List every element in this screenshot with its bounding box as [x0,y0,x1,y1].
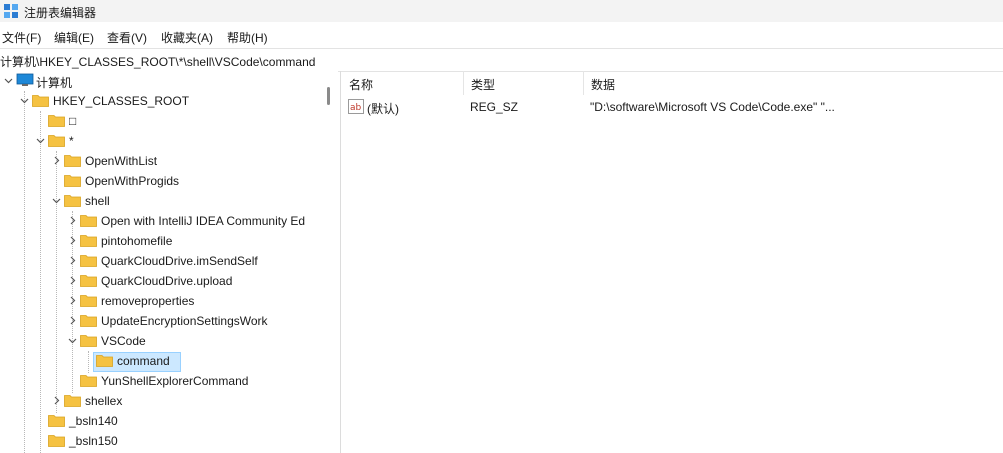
folder-icon [64,395,81,407]
chevron-down-icon[interactable] [52,196,61,205]
tree-label: _bsln140 [69,414,118,428]
folder-icon [48,415,65,427]
tree-node-quark-imsendself[interactable]: QuarkCloudDrive.imSendSelf [0,251,320,271]
tree-scrollbar[interactable] [320,71,338,453]
tree-node-openwithprogids[interactable]: OpenWithProgids [0,171,320,191]
tree-label: HKEY_CLASSES_ROOT [53,94,190,108]
column-header-type[interactable]: 类型 [463,71,583,95]
chevron-down-icon[interactable] [36,136,45,145]
tree-label: pintohomefile [101,234,173,248]
menu-bar: 文件(F) 编辑(E) 查看(V) 收藏夹(A) 帮助(H) [0,26,1003,46]
folder-icon [80,295,97,307]
folder-icon [80,215,97,227]
folder-icon [48,135,65,147]
tree-node-intellij[interactable]: Open with IntelliJ IDEA Community Ed [0,211,320,231]
tree-node-unknown[interactable]: □ [0,111,320,131]
menu-file[interactable]: 文件(F) [2,29,41,46]
menu-view[interactable]: 查看(V) [107,29,147,46]
address-path[interactable]: 计算机\HKEY_CLASSES_ROOT\*\shell\VSCode\com… [0,53,315,70]
column-header-label: 名称 [349,78,374,92]
folder-icon [96,355,113,367]
address-bar[interactable]: 计算机\HKEY_CLASSES_ROOT\*\shell\VSCode\com… [0,48,1003,72]
tree-node-vscode[interactable]: VSCode [0,331,320,351]
column-header-label: 数据 [591,78,616,92]
menu-help[interactable]: 帮助(H) [227,29,268,46]
tree-label: QuarkCloudDrive.upload [101,274,233,288]
menu-edit[interactable]: 编辑(E) [54,29,94,46]
computer-icon [16,73,34,86]
chevron-right-icon[interactable] [52,156,61,165]
chevron-right-icon[interactable] [68,316,77,325]
chevron-right-icon[interactable] [68,276,77,285]
svg-text:ab: ab [350,103,362,113]
folder-icon [48,435,65,447]
folder-icon [80,275,97,287]
values-list[interactable]: 名称 类型 数据 ab (默认) REG_SZ "D:\software\Mic… [341,71,1003,453]
tree-node-shellex[interactable]: shellex [0,391,320,411]
folder-icon [80,315,97,327]
tree-node-yunshell[interactable]: YunShellExplorerCommand [0,371,320,391]
value-data: "D:\software\Microsoft VS Code\Code.exe"… [590,100,835,114]
column-header-label: 类型 [471,78,496,92]
tree-node-bsln140[interactable]: _bsln140 [0,411,320,431]
chevron-right-icon[interactable] [68,216,77,225]
chevron-right-icon[interactable] [68,236,77,245]
folder-icon [48,115,65,127]
key-tree[interactable]: 计算机 HKEY_CLASSES_ROOT □ * OpenWithList O… [0,71,320,453]
chevron-right-icon[interactable] [52,396,61,405]
tree-label: QuarkCloudDrive.imSendSelf [101,254,258,268]
tree-label: removeproperties [101,294,195,308]
tree-label: Open with IntelliJ IDEA Community Ed [101,214,306,228]
folder-icon [80,235,97,247]
column-header-data[interactable]: 数据 [583,71,1003,95]
tree-label: shellex [85,394,123,408]
folder-icon [32,95,49,107]
tree-node-shell[interactable]: shell [0,191,320,211]
tree-label: command [117,354,170,368]
tree-label: □ [69,114,77,128]
tree-node-quark-upload[interactable]: QuarkCloudDrive.upload [0,271,320,291]
tree-node-openwithlist[interactable]: OpenWithList [0,151,320,171]
folder-icon [64,195,81,207]
tree-node-removeproperties[interactable]: removeproperties [0,291,320,311]
value-row[interactable]: ab (默认) REG_SZ "D:\software\Microsoft VS… [341,97,1003,117]
chevron-right-icon[interactable] [68,296,77,305]
chevron-right-icon[interactable] [68,256,77,265]
tree-label: YunShellExplorerCommand [101,374,249,388]
chevron-down-icon[interactable] [68,336,77,345]
tree-node-pintohomefile[interactable]: pintohomefile [0,231,320,251]
tree-node-computer[interactable]: 计算机 [0,71,320,91]
chevron-down-icon[interactable] [4,76,13,85]
window-title: 注册表编辑器 [24,6,97,20]
tree-node-bsln150[interactable]: _bsln150 [0,431,320,451]
tree-label: OpenWithList [85,154,158,168]
tree-label: _bsln150 [69,434,118,448]
tree-label: shell [85,194,110,208]
title-bar: 注册表编辑器 [0,0,1003,22]
folder-icon [64,175,81,187]
tree-node-hkcr[interactable]: HKEY_CLASSES_ROOT [0,91,320,111]
value-type: REG_SZ [470,100,519,114]
tree-label: * [69,134,74,148]
folder-icon [80,255,97,267]
folder-icon [64,155,81,167]
chevron-down-icon[interactable] [20,96,29,105]
tree-label: OpenWithProgids [85,174,180,188]
string-value-icon: ab [348,99,364,114]
tree-label: VSCode [101,334,146,348]
column-header-name[interactable]: 名称 [341,71,463,95]
tree-node-command[interactable]: command [0,351,320,372]
tree-node-star[interactable]: * [0,131,320,151]
folder-icon [80,335,97,347]
tree-label: 计算机 [36,76,73,90]
folder-icon [80,375,97,387]
regedit-icon [4,4,18,18]
tree-node-updateencryption[interactable]: UpdateEncryptionSettingsWork [0,311,320,331]
scrollbar-thumb[interactable] [327,87,330,105]
tree-label: UpdateEncryptionSettingsWork [101,314,268,328]
menu-favorites[interactable]: 收藏夹(A) [161,29,213,46]
value-name: (默认) [367,102,399,116]
